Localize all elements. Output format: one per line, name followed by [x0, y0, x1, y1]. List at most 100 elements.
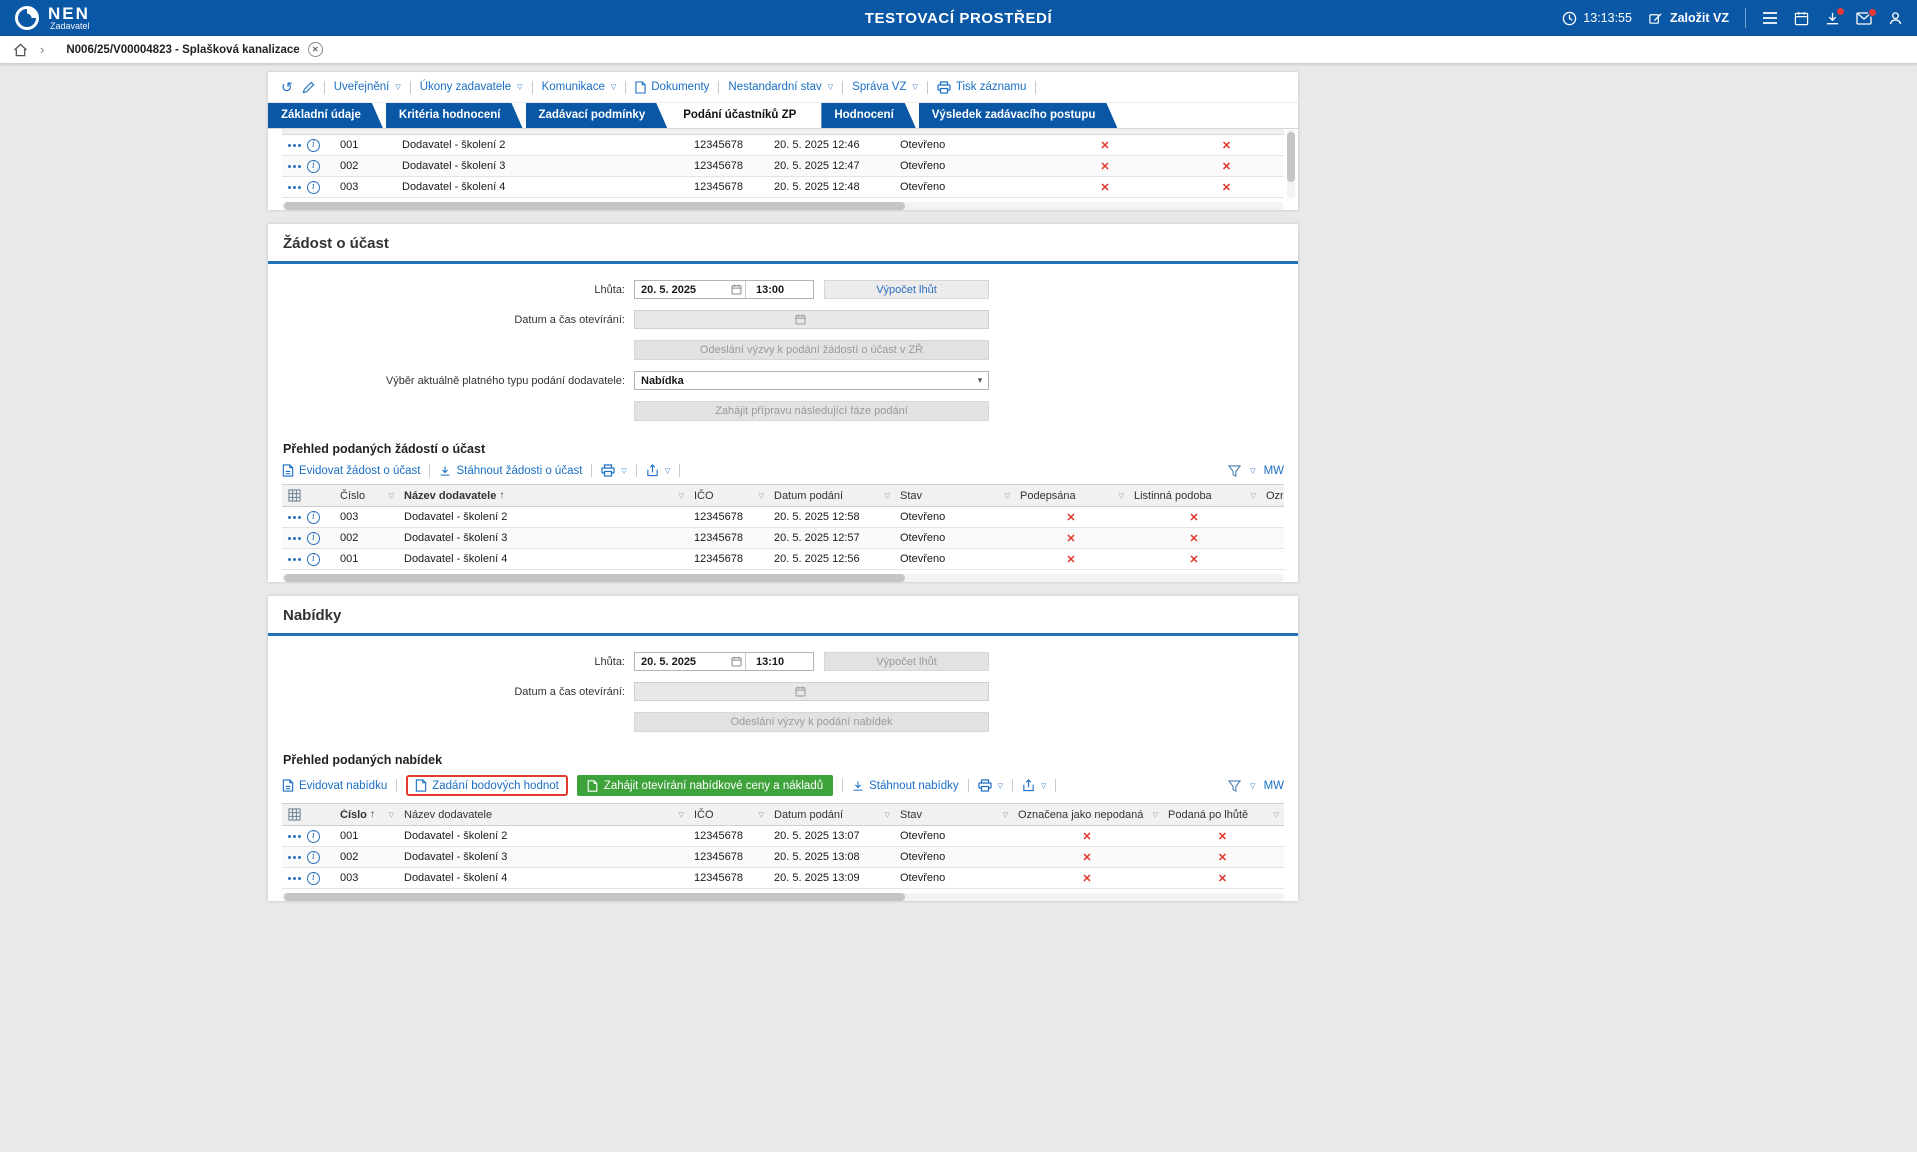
scrollbar-thumb[interactable] [284, 574, 906, 582]
toolbar-item-ukony-zadavatele[interactable]: Úkony zadavatele ▽ [420, 81, 523, 93]
stahnout-zadosti-button[interactable]: Stáhnout žádosti o účast [439, 465, 582, 477]
downloads-button[interactable] [1825, 6, 1845, 26]
lhuta-datetime-input[interactable]: 20. 5. 2025 13:10 [634, 652, 814, 671]
calendar-button[interactable] [1794, 11, 1809, 26]
row-actions-icon[interactable] [288, 876, 301, 880]
toolbar-item-nestandardni-stav[interactable]: Nestandardní stav ▽ [728, 81, 833, 93]
info-icon[interactable]: i [307, 531, 320, 545]
zahajit-oteviranie-button[interactable]: Zahájit otevírání nabídkové ceny a nákla… [576, 775, 834, 796]
toolbar-item-dokumenty[interactable]: Dokumenty [635, 80, 709, 94]
vertical-scrollbar[interactable] [1287, 129, 1295, 198]
user-profile-button[interactable] [1888, 11, 1903, 26]
tab-zakladni-udaje[interactable]: Základní údaje [268, 103, 383, 128]
column-header-listinna[interactable]: Listinná podoba ▽ [1128, 485, 1260, 506]
column-header-cislo[interactable]: Číslo ▽ [334, 485, 398, 506]
stahnout-nabidky-button[interactable]: Stáhnout nabídky [852, 780, 959, 792]
close-record-button[interactable]: ✕ [307, 42, 323, 57]
row-actions-icon[interactable] [288, 557, 301, 561]
filter-icon[interactable]: ▽ [1153, 811, 1158, 819]
filter-icon[interactable]: ▽ [759, 492, 764, 500]
filter-icon[interactable]: ▽ [1003, 811, 1008, 819]
tab-vysledek-zadavaciho-postupu[interactable]: Výsledek zadávacího postupu [919, 103, 1118, 128]
chevron-down-icon[interactable]: ▽ [1250, 467, 1255, 475]
table-row[interactable]: i 002 Dodavatel - školení 3 12345678 20.… [282, 156, 1284, 177]
row-actions-icon[interactable] [288, 515, 301, 519]
scrollbar-thumb[interactable] [284, 893, 906, 901]
filter-icon[interactable]: ▽ [885, 492, 890, 500]
filter-icon[interactable]: ▽ [679, 492, 684, 500]
nen-logo[interactable]: NEN Zadavatel [14, 5, 90, 31]
print-table-button[interactable]: ▽ [978, 779, 1003, 792]
filter-icon[interactable]: ▽ [1251, 492, 1256, 500]
horizontal-scrollbar[interactable] [282, 893, 1284, 901]
lhuta-time-value[interactable]: 13:00 [745, 281, 803, 298]
filter-icon[interactable]: ▽ [1119, 492, 1124, 500]
calendar-icon[interactable] [731, 284, 742, 295]
tab-kriteria-hodnoceni[interactable]: Kritéria hodnocení [386, 103, 523, 128]
info-icon[interactable]: i [307, 850, 320, 864]
column-header-cislo[interactable]: Číslo ↑ ▽ [334, 804, 398, 825]
filter-icon[interactable]: ▽ [1274, 811, 1279, 819]
filter-icon[interactable]: ▽ [389, 811, 394, 819]
info-icon[interactable]: i [307, 871, 320, 885]
tab-podani-ucastniku-zp[interactable]: Podání účastníků ZP [670, 103, 818, 128]
main-menu-button[interactable] [1762, 11, 1778, 25]
info-icon[interactable]: i [307, 180, 320, 194]
info-icon[interactable]: i [307, 829, 320, 843]
lhuta-date-value[interactable]: 20. 5. 2025 [635, 656, 727, 668]
chevron-down-icon[interactable]: ▽ [1250, 782, 1255, 790]
column-header-nazev[interactable]: Název dodavatele ▽ [398, 804, 688, 825]
filter-icon[interactable]: ▽ [885, 811, 890, 819]
filter-icon[interactable]: ▽ [679, 811, 684, 819]
info-icon[interactable]: i [307, 552, 320, 566]
table-row[interactable]: i 003 Dodavatel - školení 2 12345678 20.… [282, 507, 1284, 528]
lhuta-datetime-input[interactable]: 20. 5. 2025 13:00 [634, 280, 814, 299]
column-header-ico[interactable]: IČO ▽ [688, 485, 768, 506]
home-button[interactable] [13, 43, 28, 57]
row-actions-icon[interactable] [288, 536, 301, 540]
toolbar-item-komunikace[interactable]: Komunikace ▽ [542, 81, 617, 93]
horizontal-scrollbar[interactable] [282, 574, 1284, 582]
typ-podani-select[interactable]: Nabídka ▾ [634, 371, 989, 390]
column-header-datum[interactable]: Datum podání ▽ [768, 804, 894, 825]
table-row[interactable]: i 001 Dodavatel - školení 2 12345678 20.… [282, 135, 1284, 156]
scrollbar-thumb[interactable] [284, 202, 906, 210]
table-row[interactable]: i 003 Dodavatel - školení 4 12345678 20.… [282, 868, 1284, 889]
row-actions-icon[interactable] [288, 855, 301, 859]
print-table-button[interactable]: ▽ [601, 464, 627, 477]
horizontal-scrollbar[interactable] [282, 202, 1284, 210]
toolbar-item-uverejneni[interactable]: Uveřejnění ▽ [334, 81, 401, 93]
evidovat-zadost-button[interactable]: Evidovat žádost o účast [282, 464, 420, 477]
row-actions-icon[interactable] [288, 185, 301, 189]
column-header-stav[interactable]: Stav ▽ [894, 485, 1014, 506]
filter-icon[interactable] [1228, 779, 1242, 792]
export-table-button[interactable]: ▽ [1022, 779, 1046, 792]
row-actions-icon[interactable] [288, 164, 301, 168]
column-header-stav[interactable]: Stav ▽ [894, 804, 1012, 825]
info-icon[interactable]: i [307, 138, 320, 152]
tab-hodnoceni[interactable]: Hodnocení [821, 103, 915, 128]
column-settings-button[interactable] [282, 485, 334, 506]
row-actions-icon[interactable] [288, 143, 301, 147]
create-vz-button[interactable]: Založit VZ [1648, 11, 1729, 26]
zadani-bodovych-hodnot-button[interactable]: Zadání bodových hodnot [415, 779, 559, 792]
lhuta-date-value[interactable]: 20. 5. 2025 [635, 284, 727, 296]
filter-icon[interactable]: ▽ [759, 811, 764, 819]
table-row[interactable]: i 001 Dodavatel - školení 2 12345678 20.… [282, 826, 1284, 847]
column-header-oznacena[interactable]: Označena jako nepodaná [1260, 485, 1283, 506]
messages-button[interactable] [1856, 7, 1877, 25]
toolbar-item-tisk-zaznamu[interactable]: Tisk záznamu [937, 80, 1026, 94]
column-header-nazev[interactable]: Název dodavatele ↑ ▽ [398, 485, 688, 506]
edit-record-button[interactable] [302, 81, 315, 94]
record-tab[interactable]: N006/25/V00004823 - Splašková kanalizace… [66, 42, 323, 57]
filter-icon[interactable]: ▽ [1005, 492, 1010, 500]
info-icon[interactable]: i [307, 159, 320, 173]
evidovat-nabidku-button[interactable]: Evidovat nabídku [282, 779, 387, 792]
toolbar-item-sprava-vz[interactable]: Správa VZ ▽ [852, 81, 918, 93]
scrollbar-thumb[interactable] [1287, 132, 1295, 183]
column-header-po-lhute[interactable]: Podaná po lhůtě ▽ [1162, 804, 1283, 825]
back-icon[interactable]: ↺ [281, 80, 293, 94]
column-header-ico[interactable]: IČO ▽ [688, 804, 768, 825]
table-row[interactable]: i 002 Dodavatel - školení 3 12345678 20.… [282, 847, 1284, 868]
filter-icon[interactable]: ▽ [389, 492, 394, 500]
